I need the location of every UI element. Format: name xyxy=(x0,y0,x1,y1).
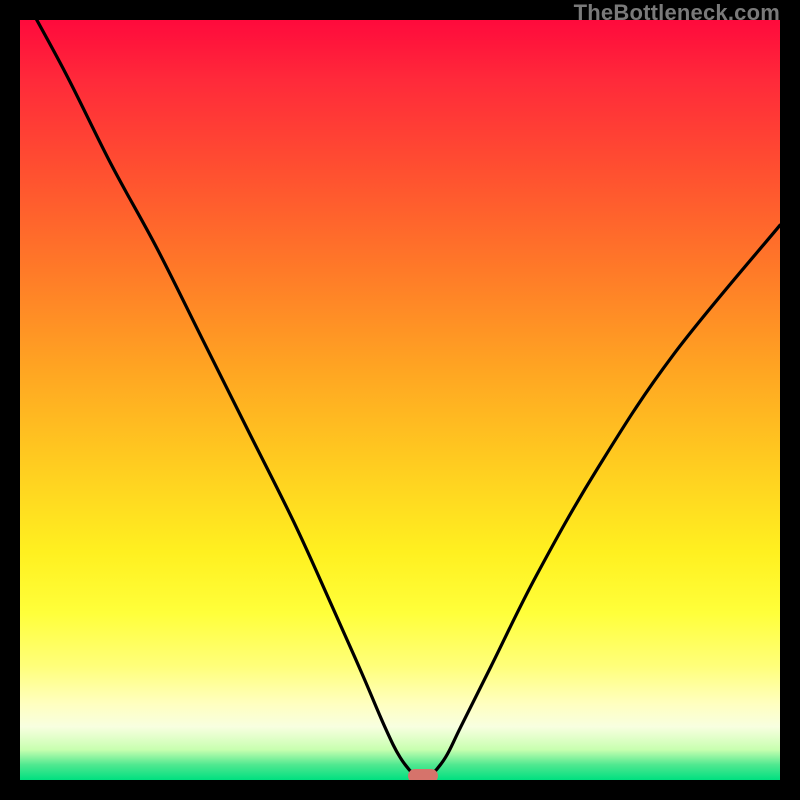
plot-area xyxy=(20,20,780,780)
bottleneck-curve xyxy=(20,20,780,780)
min-marker-icon xyxy=(408,769,438,780)
chart-container: TheBottleneck.com xyxy=(0,0,800,800)
